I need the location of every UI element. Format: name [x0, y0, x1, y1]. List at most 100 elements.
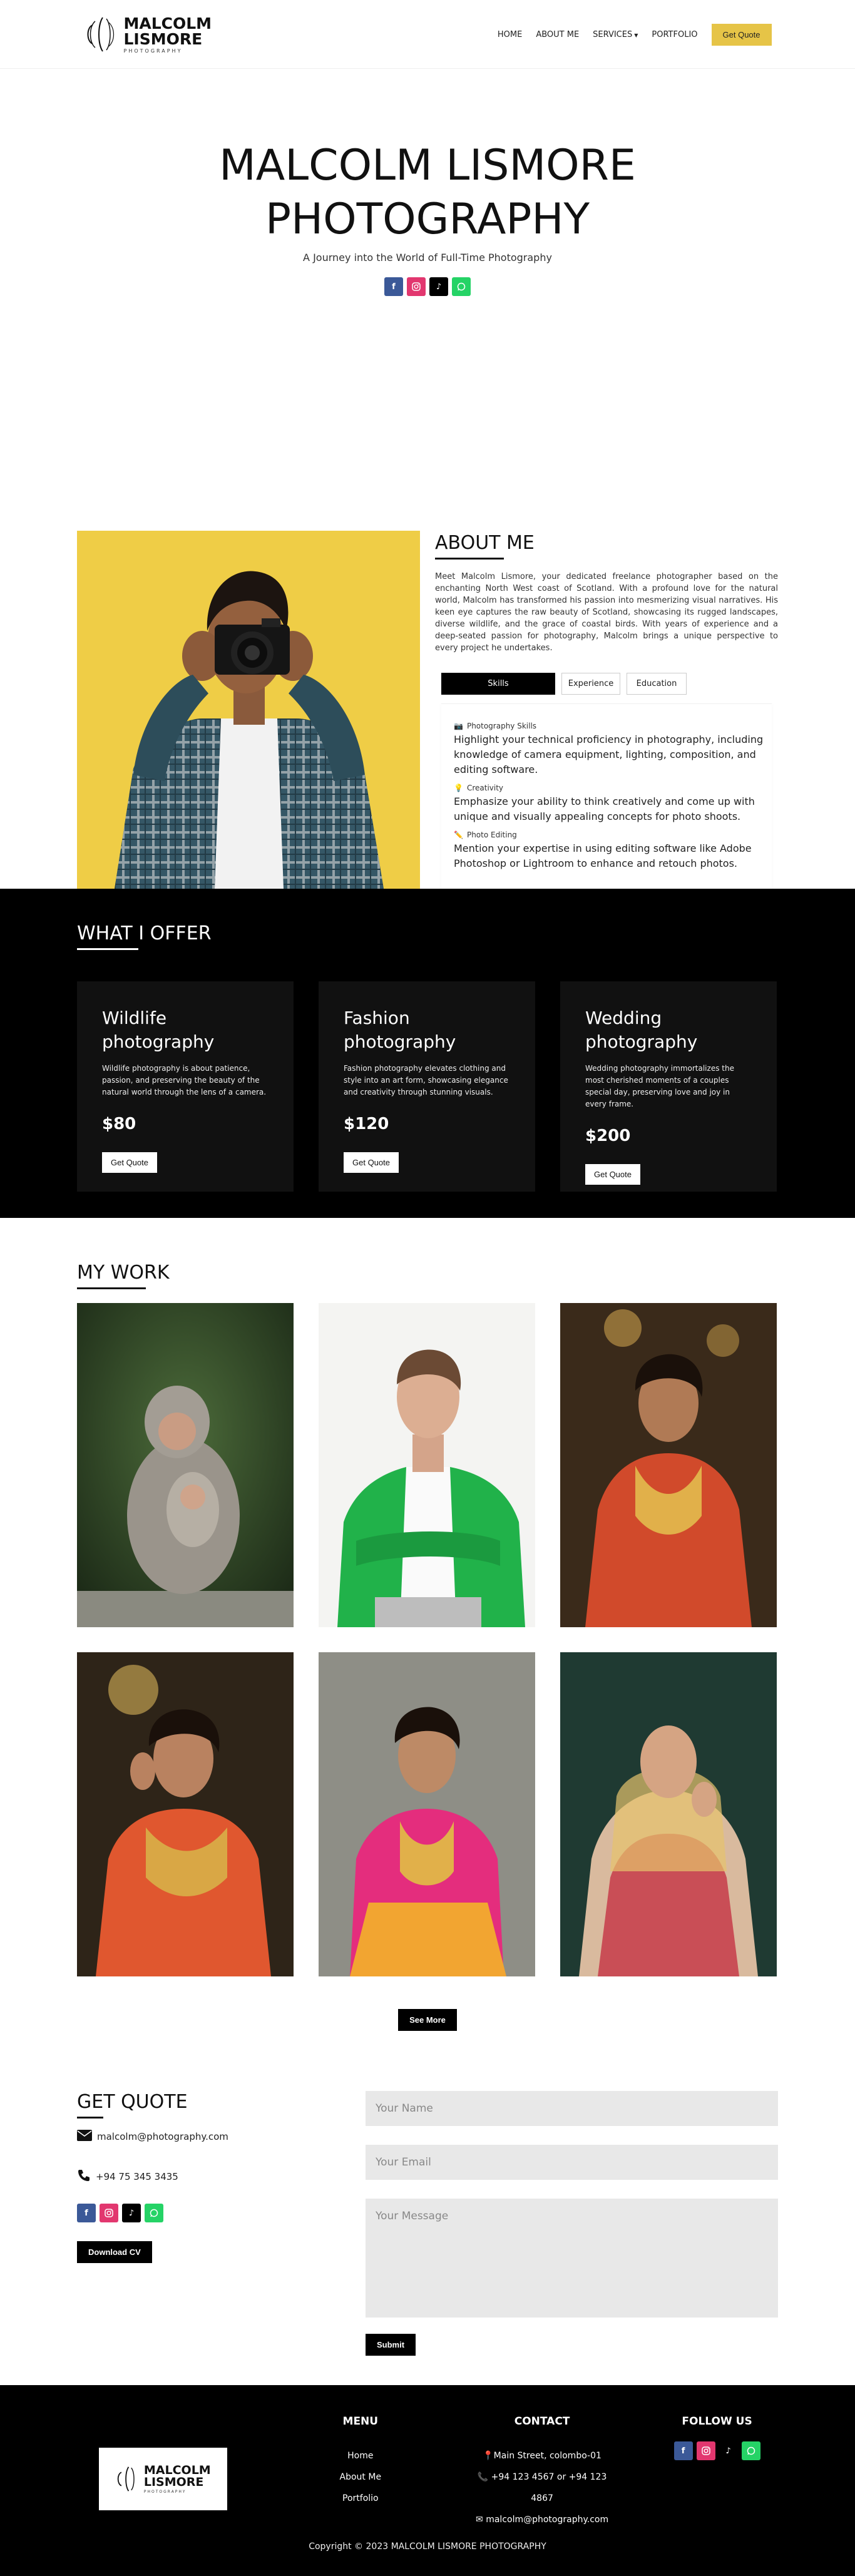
get-quote-button[interactable]: Get Quote [344, 1152, 399, 1173]
service-title-line1: Fashion [344, 1008, 410, 1028]
footer-link-home[interactable]: Home [318, 2445, 403, 2466]
service-card-title: Fashion photography [344, 1006, 510, 1054]
about-section: ABOUT ME Meet Malcolm Lismore, your dedi… [0, 438, 855, 889]
footer-follow: FOLLOW US f ♪ [656, 2415, 778, 2542]
envelope-icon: ✉ [476, 2515, 486, 2525]
hero-section: MALCOLM LISMORE PHOTOGRAPHY A Journey in… [0, 69, 855, 438]
service-title-line1: Wedding [585, 1008, 662, 1028]
tab-skills[interactable]: Skills [441, 673, 555, 695]
hero-title: MALCOLM LISMORE PHOTOGRAPHY [0, 139, 855, 247]
camera-icon: 📷 [454, 722, 463, 730]
download-cv-button[interactable]: Download CV [77, 2241, 152, 2263]
service-card-price: $120 [344, 1115, 389, 1133]
work-title-underline [77, 1287, 146, 1289]
tiktok-icon[interactable]: ♪ [429, 277, 448, 296]
skill-description: Highlight your technical proficiency in … [454, 733, 764, 775]
offer-title: WHAT I OFFER [77, 923, 212, 944]
gallery-photo-bride-1[interactable] [560, 1303, 777, 1627]
logo-name-line2: LISMORE [123, 29, 203, 48]
whatsapp-icon[interactable] [452, 277, 471, 296]
whatsapp-icon[interactable] [741, 2441, 760, 2460]
footer-address-text: Main Street, colombo-01 [493, 2451, 602, 2461]
service-card-wedding: Wedding photography Wedding photography i… [560, 981, 777, 1192]
footer-menu: MENU Home About Me Portfolio [318, 2415, 403, 2542]
footer-link-portfolio[interactable]: Portfolio [318, 2488, 403, 2509]
contact-email: malcolm@photography.com [77, 2130, 327, 2144]
skill-item: 📷 Photography Skills Highlight your techn… [454, 722, 765, 777]
get-quote-nav-button[interactable]: Get Quote [711, 23, 772, 46]
service-card-description: Wildlife photography is about patience, … [102, 1064, 267, 1096]
footer-email-text: malcolm@photography.com [486, 2515, 609, 2525]
service-card-description: Fashion photography elevates clothing an… [344, 1064, 508, 1096]
offer-title-underline [77, 948, 138, 950]
footer-logo[interactable]: MALCOLM LISMORE PHOTOGRAPHY [99, 2448, 227, 2510]
service-card-wildlife: Wildlife photography Wildlife photography… [77, 981, 294, 1192]
gallery-photo-bride-3[interactable] [319, 1652, 535, 1976]
logo-tagline: PHOTOGRAPHY [123, 48, 183, 54]
service-title-line2: photography [344, 1031, 456, 1052]
submit-button[interactable]: Submit [366, 2334, 416, 2356]
gallery-photo-bride-2[interactable] [77, 1652, 294, 1976]
service-title-line2: photography [585, 1031, 698, 1052]
tiktok-icon[interactable]: ♪ [122, 2204, 141, 2222]
skill-item: 💡 Creativity Emphasize your ability to th… [454, 784, 765, 824]
tab-education[interactable]: Education [627, 673, 687, 695]
gallery-photo-fashion[interactable] [319, 1303, 535, 1627]
whatsapp-icon[interactable] [145, 2204, 163, 2222]
hero-title-line1: MALCOLM LISMORE [219, 141, 636, 190]
hero-subtitle: A Journey into the World of Full-Time Ph… [303, 252, 552, 263]
service-card-price: $200 [585, 1127, 631, 1145]
footer-email[interactable]: ✉ malcolm@photography.com [472, 2509, 612, 2530]
about-title-underline [435, 558, 504, 560]
nav-link-services-label: SERVICES [593, 29, 633, 39]
site-logo[interactable]: MALCOLM LISMORE PHOTOGRAPHY [84, 13, 212, 56]
hero-social-links: f ♪ [0, 277, 855, 296]
nav-link-portfolio[interactable]: PORTFOLIO [652, 30, 697, 39]
quote-title-underline [77, 2117, 103, 2119]
about-tabs: Skills Experience Education [435, 673, 778, 695]
service-title-line1: Wildlife [102, 1008, 167, 1028]
footer-contact-title: CONTACT [514, 2415, 570, 2428]
gallery-photo-bride-4[interactable] [560, 1652, 777, 1976]
facebook-icon[interactable]: f [384, 277, 403, 296]
envelope-icon [77, 2130, 92, 2144]
facebook-icon[interactable]: f [77, 2204, 96, 2222]
location-pin-icon: 📍 [483, 2451, 494, 2461]
nav-links: HOME ABOUT ME SERVICES ▼ PORTFOLIO Get Qu… [498, 23, 772, 46]
footer: MALCOLM LISMORE PHOTOGRAPHY MENU Home Ab… [0, 2385, 855, 2576]
tab-experience[interactable]: Experience [561, 673, 620, 695]
skill-description: Mention your expertise in using editing … [454, 842, 752, 869]
contact-phone-text: +94 75 345 3435 [96, 2171, 178, 2182]
skill-name: Photography Skills [466, 722, 537, 730]
photographer-portrait-image [77, 531, 420, 889]
nav-link-about[interactable]: ABOUT ME [536, 30, 579, 39]
footer-phones: 📞 +94 123 4567 or +94 123 4867 [472, 2466, 612, 2509]
navbar: MALCOLM LISMORE PHOTOGRAPHY HOME ABOUT M… [0, 0, 855, 69]
phone-icon [77, 2169, 91, 2185]
name-field[interactable]: Your Name [366, 2091, 778, 2126]
logo-mark-icon [84, 13, 119, 56]
offer-section: WHAT I OFFER Wildlife photography Wildlif… [0, 889, 855, 1218]
gallery-photo-monkeys[interactable] [77, 1303, 294, 1627]
nav-link-services[interactable]: SERVICES ▼ [593, 30, 638, 39]
footer-address: 📍Main Street, colombo-01 [472, 2445, 612, 2466]
nav-link-home[interactable]: HOME [498, 30, 522, 39]
get-quote-button[interactable]: Get Quote [585, 1164, 640, 1185]
see-more-button[interactable]: See More [398, 2009, 457, 2031]
pencil-icon: ✏️ [454, 831, 463, 839]
quote-form: Your Name Your Email Your Message Submit [366, 2091, 778, 2356]
facebook-icon[interactable]: f [673, 2441, 693, 2460]
email-field[interactable]: Your Email [366, 2145, 778, 2180]
service-card-price: $80 [102, 1115, 136, 1133]
quote-section: GET QUOTE malcolm@photography.com +94 75… [0, 2050, 855, 2385]
tiktok-icon[interactable]: ♪ [719, 2441, 738, 2460]
message-field[interactable]: Your Message [366, 2199, 778, 2318]
contact-email-text: malcolm@photography.com [97, 2131, 228, 2142]
footer-logo-tagline: PHOTOGRAPHY [143, 2489, 187, 2494]
get-quote-button[interactable]: Get Quote [102, 1152, 157, 1173]
instagram-icon[interactable] [696, 2441, 715, 2460]
instagram-icon[interactable] [100, 2204, 118, 2222]
footer-link-about[interactable]: About Me [318, 2466, 403, 2488]
instagram-icon[interactable] [407, 277, 426, 296]
chevron-down-icon: ▼ [634, 32, 638, 38]
